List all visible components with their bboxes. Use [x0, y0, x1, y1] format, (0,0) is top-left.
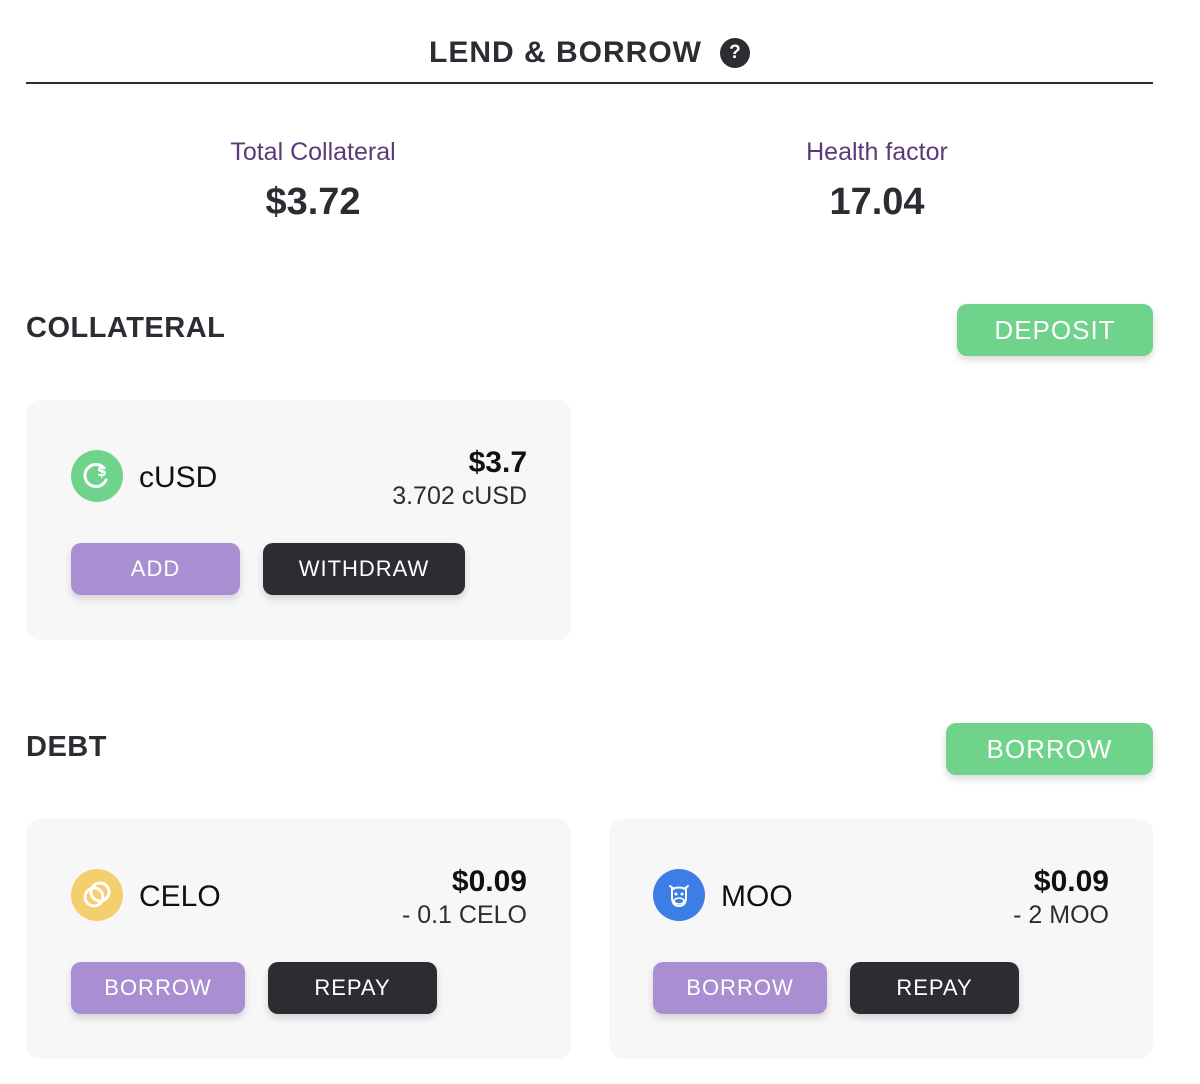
total-collateral-value: $3.72 [265, 181, 361, 223]
withdraw-button[interactable]: WITHDRAW [263, 543, 465, 595]
collateral-card-cusd: $ cUSD $3.7 3.702 cUSD ADD WITHDRAW [26, 400, 571, 640]
health-factor-label: Health factor [806, 138, 948, 166]
token-usd-value: $0.09 [1033, 865, 1109, 898]
debt-card-celo: CELO $0.09 - 0.1 CELO BORROW REPAY [26, 819, 571, 1059]
repay-celo-button[interactable]: REPAY [268, 962, 437, 1014]
token-name: CELO [139, 880, 221, 913]
add-button[interactable]: ADD [71, 543, 240, 595]
health-factor-value: 17.04 [829, 181, 925, 223]
debt-card-moo: MOO $0.09 - 2 MOO BORROW REPAY [609, 819, 1153, 1059]
debt-section-title: DEBT [26, 731, 107, 763]
cusd-icon: $ [71, 450, 123, 502]
total-collateral-stat: Total Collateral $3.72 [113, 138, 513, 224]
borrow-button[interactable]: BORROW [946, 723, 1153, 775]
moo-icon [653, 869, 705, 921]
health-factor-stat: Health factor 17.04 [677, 138, 1077, 224]
celo-icon [71, 869, 123, 921]
token-amount: - 0.1 CELO [401, 901, 527, 929]
svg-text:$: $ [97, 464, 107, 480]
token-usd-value: $3.7 [468, 446, 527, 479]
total-collateral-label: Total Collateral [230, 138, 396, 166]
collateral-section-title: COLLATERAL [26, 312, 226, 344]
token-name: cUSD [139, 461, 218, 494]
token-amount: - 2 MOO [1013, 901, 1109, 929]
token-name: MOO [721, 880, 793, 913]
borrow-celo-button[interactable]: BORROW [71, 962, 245, 1014]
token-amount: 3.702 cUSD [392, 482, 527, 510]
borrow-moo-button[interactable]: BORROW [653, 962, 827, 1014]
help-icon[interactable]: ? [719, 38, 750, 68]
deposit-button[interactable]: DEPOSIT [957, 304, 1153, 356]
page-title: LEND & BORROW [429, 36, 702, 69]
repay-moo-button[interactable]: REPAY [850, 962, 1019, 1014]
page-header: LEND & BORROW ? [26, 30, 1153, 84]
token-usd-value: $0.09 [451, 865, 527, 898]
